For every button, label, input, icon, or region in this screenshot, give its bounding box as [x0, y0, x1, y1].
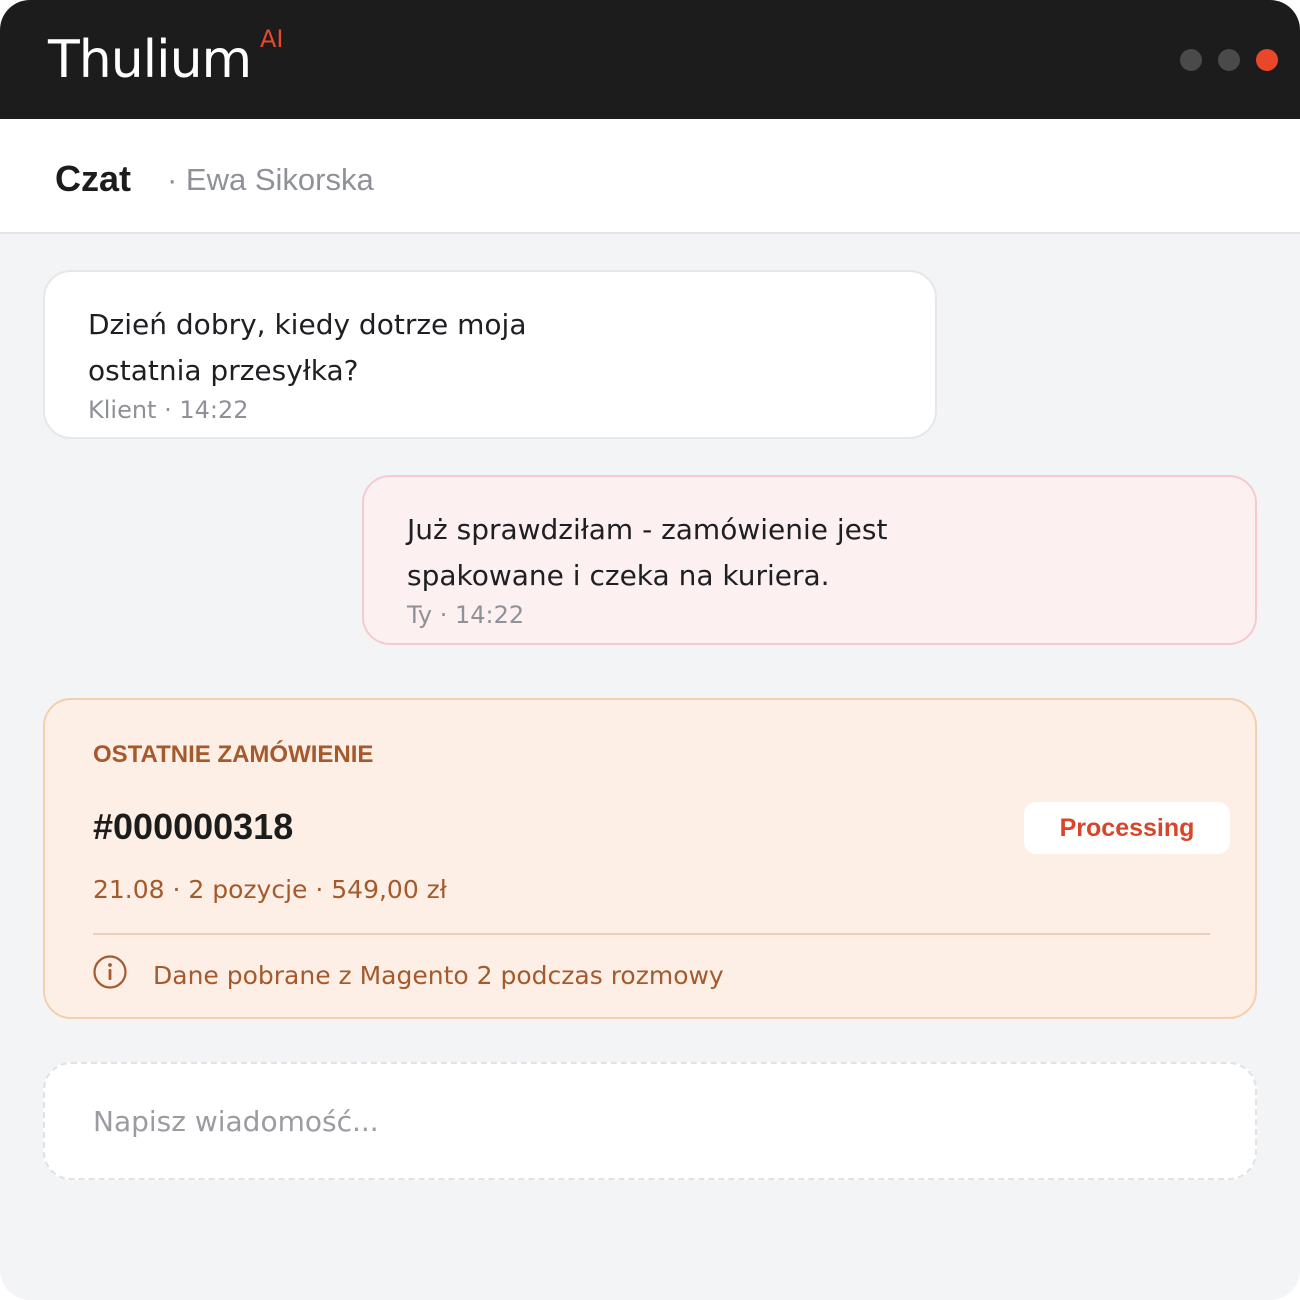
order-section-label: OSTATNIE ZAMÓWIENIE	[93, 741, 374, 768]
agent-message-bubble: Już sprawdziłam - zamówienie jest spakow…	[362, 475, 1257, 645]
title-bar: Thulium AI	[0, 0, 1300, 119]
client-message-bubble: Dzień dobry, kiedy dotrze moja ostatnia …	[43, 270, 937, 439]
chat-window: Thulium AI Czat · Ewa Sikorska Dzień dob…	[0, 0, 1300, 1300]
last-order-card: OSTATNIE ZAMÓWIENIE #000000318 Processin…	[43, 698, 1257, 1019]
message-text: Dzień dobry, kiedy dotrze moja ostatnia …	[88, 308, 527, 387]
order-source-note: Dane pobrane z Magento 2 podczas rozmowy	[153, 961, 724, 990]
order-number: #000000318	[93, 806, 294, 847]
chat-contact-name: · Ewa Sikorska	[167, 162, 374, 197]
status-badge: Processing	[1024, 802, 1230, 854]
window-close-dot[interactable]	[1256, 49, 1278, 71]
info-icon	[93, 955, 127, 989]
brand-name: Thulium	[48, 30, 252, 90]
message-text: Już sprawdziłam - zamówienie jest spakow…	[407, 513, 888, 592]
order-details: 21.08 · 2 pozycje · 549,00 zł	[93, 875, 447, 904]
divider	[93, 933, 1210, 935]
message-input[interactable]	[43, 1062, 1257, 1180]
message-meta: Ty · 14:22	[407, 601, 525, 629]
window-control-dot[interactable]	[1180, 49, 1202, 71]
message-meta: Klient · 14:22	[88, 396, 249, 424]
window-control-dot[interactable]	[1218, 49, 1240, 71]
brand-ai-badge: AI	[260, 25, 284, 53]
chat-header: Czat · Ewa Sikorska	[0, 119, 1300, 234]
chat-title: Czat	[55, 158, 132, 199]
